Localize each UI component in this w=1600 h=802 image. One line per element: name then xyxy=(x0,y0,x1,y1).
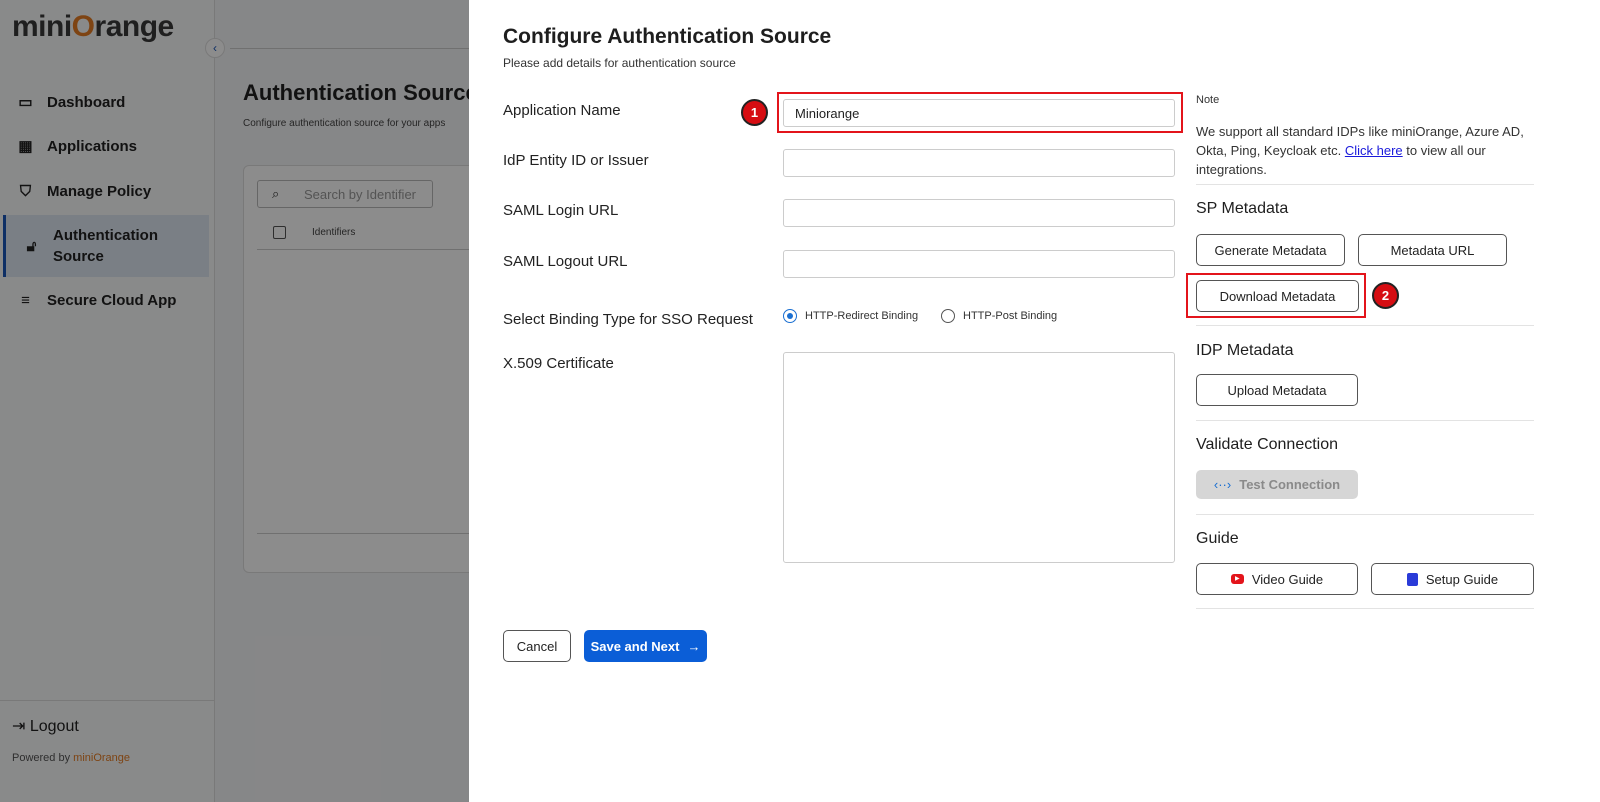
button-label: Generate Metadata xyxy=(1214,242,1327,258)
sp-metadata-heading: SP Metadata xyxy=(1196,200,1289,217)
radio-unselected-icon[interactable] xyxy=(941,309,955,323)
download-metadata-button[interactable]: Download Metadata xyxy=(1196,280,1359,312)
validate-connection-heading: Validate Connection xyxy=(1196,436,1339,453)
divider xyxy=(1196,420,1534,421)
idp-entity-label: IdP Entity ID or Issuer xyxy=(503,152,649,169)
divider xyxy=(1196,184,1534,185)
note-text: We support all standard IDPs like miniOr… xyxy=(1196,122,1536,179)
button-label: Test Connection xyxy=(1239,477,1341,492)
guide-heading: Guide xyxy=(1196,530,1239,547)
radio-http-post[interactable]: HTTP-Post Binding xyxy=(941,309,1057,323)
arrow-right-icon: → xyxy=(687,638,701,654)
radio-selected-icon[interactable] xyxy=(783,309,797,323)
step-badge-2: 2 xyxy=(1372,282,1399,309)
saml-logout-url-input[interactable] xyxy=(783,250,1175,278)
application-name-label: Application Name xyxy=(503,102,621,119)
button-label: Metadata URL xyxy=(1390,242,1475,258)
radio-http-redirect[interactable]: HTTP-Redirect Binding xyxy=(783,309,918,323)
certificate-label: X.509 Certificate xyxy=(503,355,614,372)
cancel-button[interactable]: Cancel xyxy=(503,630,571,662)
button-label: Upload Metadata xyxy=(1227,382,1327,398)
metadata-url-button[interactable]: Metadata URL xyxy=(1358,234,1507,266)
modal-backdrop[interactable] xyxy=(0,0,469,802)
application-name-input[interactable]: Miniorange xyxy=(783,99,1175,127)
step-badge-1: 1 xyxy=(741,99,768,126)
button-label: Video Guide xyxy=(1251,571,1324,587)
saml-login-url-label: SAML Login URL xyxy=(503,202,619,219)
button-label: Setup Guide xyxy=(1425,571,1499,587)
saml-login-url-input[interactable] xyxy=(783,199,1175,227)
save-label: Save and Next xyxy=(590,638,680,654)
video-guide-button[interactable]: ▶ Video Guide xyxy=(1196,563,1358,595)
generate-metadata-button[interactable]: Generate Metadata xyxy=(1196,234,1345,266)
binding-type-label: Select Binding Type for SSO Request xyxy=(503,311,753,328)
note-title: Note xyxy=(1196,94,1220,106)
radio-label: HTTP-Redirect Binding xyxy=(805,310,919,322)
youtube-icon: ▶ xyxy=(1230,574,1244,584)
click-here-link[interactable]: Click here xyxy=(1345,143,1403,158)
setup-guide-button[interactable]: Setup Guide xyxy=(1371,563,1534,595)
test-connection-button[interactable]: ‹··› Test Connection xyxy=(1196,470,1358,499)
divider xyxy=(1196,325,1534,326)
document-icon xyxy=(1406,572,1418,586)
modal-title: Configure Authentication Source xyxy=(503,25,832,48)
code-icon: ‹··› xyxy=(1213,477,1232,492)
divider xyxy=(1196,514,1534,515)
upload-metadata-button[interactable]: Upload Metadata xyxy=(1196,374,1358,406)
divider xyxy=(1196,608,1534,609)
modal-subtitle: Please add details for authentication so… xyxy=(503,56,736,70)
certificate-textarea[interactable] xyxy=(783,352,1175,563)
idp-metadata-heading: IDP Metadata xyxy=(1196,342,1294,359)
idp-entity-input[interactable] xyxy=(783,149,1175,177)
saml-logout-url-label: SAML Logout URL xyxy=(503,253,628,270)
save-and-next-button[interactable]: Save and Next → xyxy=(584,630,707,662)
button-label: Download Metadata xyxy=(1219,288,1336,304)
cancel-label: Cancel xyxy=(516,638,558,654)
radio-label: HTTP-Post Binding xyxy=(963,310,1058,322)
